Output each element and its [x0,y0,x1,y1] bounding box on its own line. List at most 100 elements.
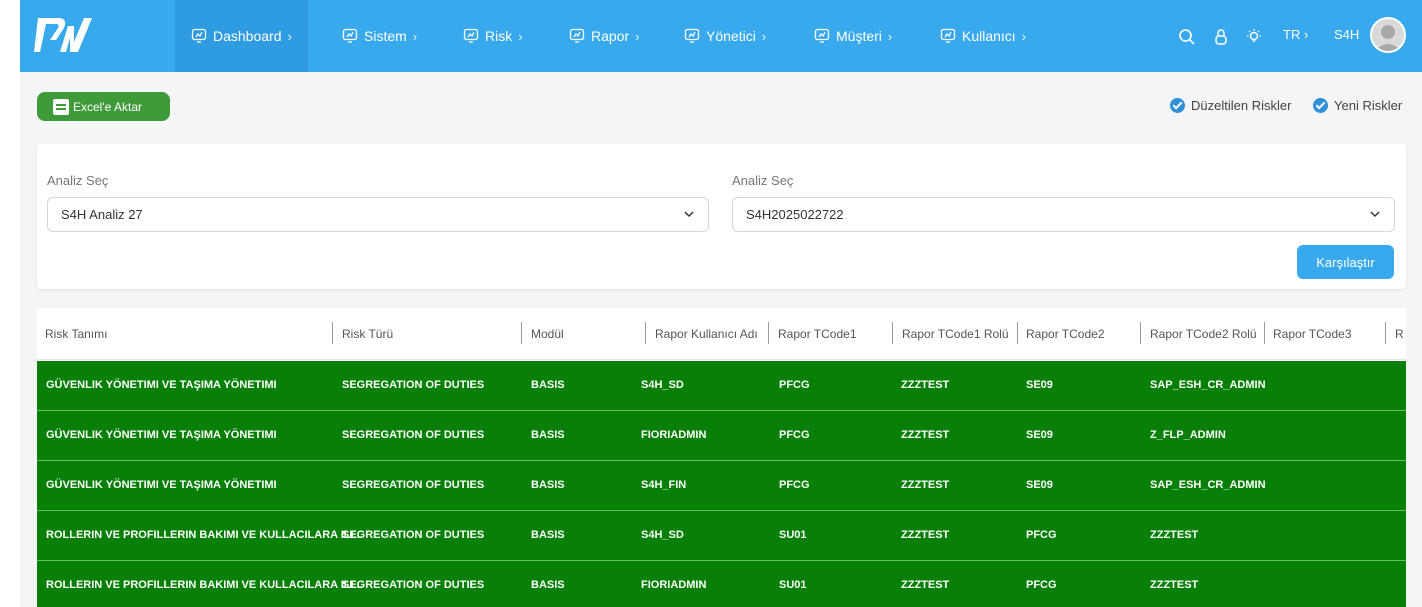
lightbulb-icon[interactable] [1245,28,1263,46]
nav-label: Risk [485,28,513,44]
column-divider[interactable] [645,322,646,344]
cell-module: BASIS [531,529,565,541]
column-header[interactable]: Modül [531,327,564,341]
nav-dashboard[interactable]: Dashboard › [175,0,308,72]
language-selector[interactable]: TR › [1283,27,1308,42]
export-excel-button[interactable]: Excel'e Aktar [37,92,170,121]
cell-module: BASIS [531,479,565,491]
cell-tcode2-role: ZZZTEST [1150,579,1199,591]
cell-tcode2-role: Z_FLP_ADMIN [1150,429,1226,441]
nav-label: Müşteri [836,28,882,44]
user-name[interactable]: S4H [1334,27,1359,42]
cell-tcode1-role: ZZZTEST [901,379,950,391]
column-header[interactable]: Risk Türü [342,327,393,341]
column-header[interactable]: R [1395,327,1404,341]
nav-risk[interactable]: Risk › [447,0,539,72]
nav-label: Yönetici [706,28,756,44]
column-header[interactable]: Risk Tanımı [45,327,107,341]
column-header[interactable]: Rapor TCode1 Rolü [902,327,1009,341]
cell-username: FIORIADMIN [641,579,707,591]
cell-risk-type: SEGREGATION OF DUTIES [342,579,485,591]
column-divider[interactable] [1017,322,1018,344]
table-row[interactable]: ROLLERIN VE PROFILLERIN BAKIMI VE KULLAC… [37,511,1406,561]
logo-icon[interactable] [34,12,98,58]
left-analysis-value: S4H Analiz 27 [61,207,143,222]
column-header[interactable]: Rapor Kullanıcı Adı [655,327,758,341]
compare-button[interactable]: Karşılaştır [1297,245,1394,279]
cell-tcode1-role: ZZZTEST [901,479,950,491]
cell-username: S4H_SD [641,529,684,541]
cell-username: S4H_SD [641,379,684,391]
cell-username: S4H_FIN [641,479,687,491]
lock-icon[interactable] [1212,28,1230,46]
cell-tcode2-role: SAP_ESH_CR_ADMIN [1150,379,1266,391]
user-icon [1375,25,1401,51]
table-row[interactable]: ROLLERIN VE PROFILLERIN BAKIMI VE KULLAC… [37,561,1406,607]
left-analysis-label: Analiz Seç [47,173,109,188]
nav-musteri[interactable]: Müşteri › [798,0,908,72]
cell-module: BASIS [531,429,565,441]
nav-label: Dashboard [213,28,282,44]
dashboard-icon [342,28,358,43]
cell-tcode1: SU01 [779,579,807,591]
cell-tcode2-role: SAP_ESH_CR_ADMIN [1150,479,1266,491]
dashboard-icon [463,28,479,43]
cell-tcode2: PFCG [1026,579,1057,591]
chevron-right-icon: › [887,28,893,44]
check-icon [1313,98,1328,113]
avatar[interactable] [1370,17,1406,53]
column-divider[interactable] [1140,322,1141,344]
table-row[interactable]: GÜVENLIK YÖNETIMI VE TAŞIMA YÖNETIMI SEG… [37,411,1406,461]
cell-risk-type: SEGREGATION OF DUTIES [342,429,485,441]
table-row[interactable]: GÜVENLIK YÖNETIMI VE TAŞIMA YÖNETIMI SEG… [37,461,1406,511]
column-header[interactable]: Rapor TCode2 Rolü [1150,327,1257,341]
dashboard-icon [191,28,207,43]
cell-risk-type: SEGREGATION OF DUTIES [342,529,485,541]
cell-tcode2: PFCG [1026,529,1057,541]
cell-tcode1: PFCG [779,479,810,491]
fixed-risks-label: Düzeltilen Riskler [1191,98,1292,113]
search-icon[interactable] [1178,28,1196,46]
fixed-risks-checkbox[interactable]: Düzeltilen Riskler [1170,98,1291,113]
nav-label: Sistem [364,28,407,44]
column-header[interactable]: Rapor TCode2 [1026,327,1105,341]
column-divider[interactable] [892,322,893,344]
column-header[interactable]: Rapor TCode1 [778,327,857,341]
nav-kullanici[interactable]: Kullanıcı › [924,0,1042,72]
table-header: Risk Tanımı Risk Türü Modül Rapor Kullan… [37,308,1406,360]
document-icon [53,98,69,115]
column-divider[interactable] [1264,322,1265,344]
nav-sistem[interactable]: Sistem › [326,0,433,72]
cell-risk-description: ROLLERIN VE PROFILLERIN BAKIMI VE KULLAC… [46,579,363,591]
new-risks-checkbox[interactable]: Yeni Riskler [1313,98,1402,113]
column-divider[interactable] [521,322,522,344]
check-icon [1170,98,1185,113]
right-analysis-select[interactable]: S4H2025022722 [732,197,1395,232]
column-divider[interactable] [1385,322,1386,344]
export-excel-label: Excel'e Aktar [73,99,142,114]
nav-label: Rapor [591,28,630,44]
cell-tcode1-role: ZZZTEST [901,529,950,541]
cell-module: BASIS [531,379,565,391]
nav-rapor[interactable]: Rapor › [553,0,655,72]
dashboard-icon [569,28,585,43]
chevron-right-icon: › [518,28,523,44]
cell-tcode2: SE09 [1026,429,1053,441]
left-analysis-select[interactable]: S4H Analiz 27 [47,197,709,232]
chevron-right-icon: › [635,28,640,44]
risk-table: Risk Tanımı Risk Türü Modül Rapor Kullan… [37,308,1406,607]
cell-tcode2: SE09 [1026,479,1053,491]
table-row[interactable]: GÜVENLIK YÖNETIMI VE TAŞIMA YÖNETIMI SEG… [37,361,1406,411]
column-divider[interactable] [768,322,769,344]
cell-risk-type: SEGREGATION OF DUTIES [342,479,485,491]
column-header[interactable]: Rapor TCode3 [1273,327,1352,341]
right-analysis-value: S4H2025022722 [746,207,844,222]
dashboard-icon [684,28,700,43]
cell-tcode2: SE09 [1026,379,1053,391]
right-analysis-label: Analiz Seç [732,173,794,188]
cell-tcode2-role: ZZZTEST [1150,529,1199,541]
new-risks-label: Yeni Riskler [1334,98,1403,113]
chevron-right-icon: › [412,28,418,44]
nav-yonetici[interactable]: Yönetici › [668,0,782,72]
column-divider[interactable] [332,322,333,344]
